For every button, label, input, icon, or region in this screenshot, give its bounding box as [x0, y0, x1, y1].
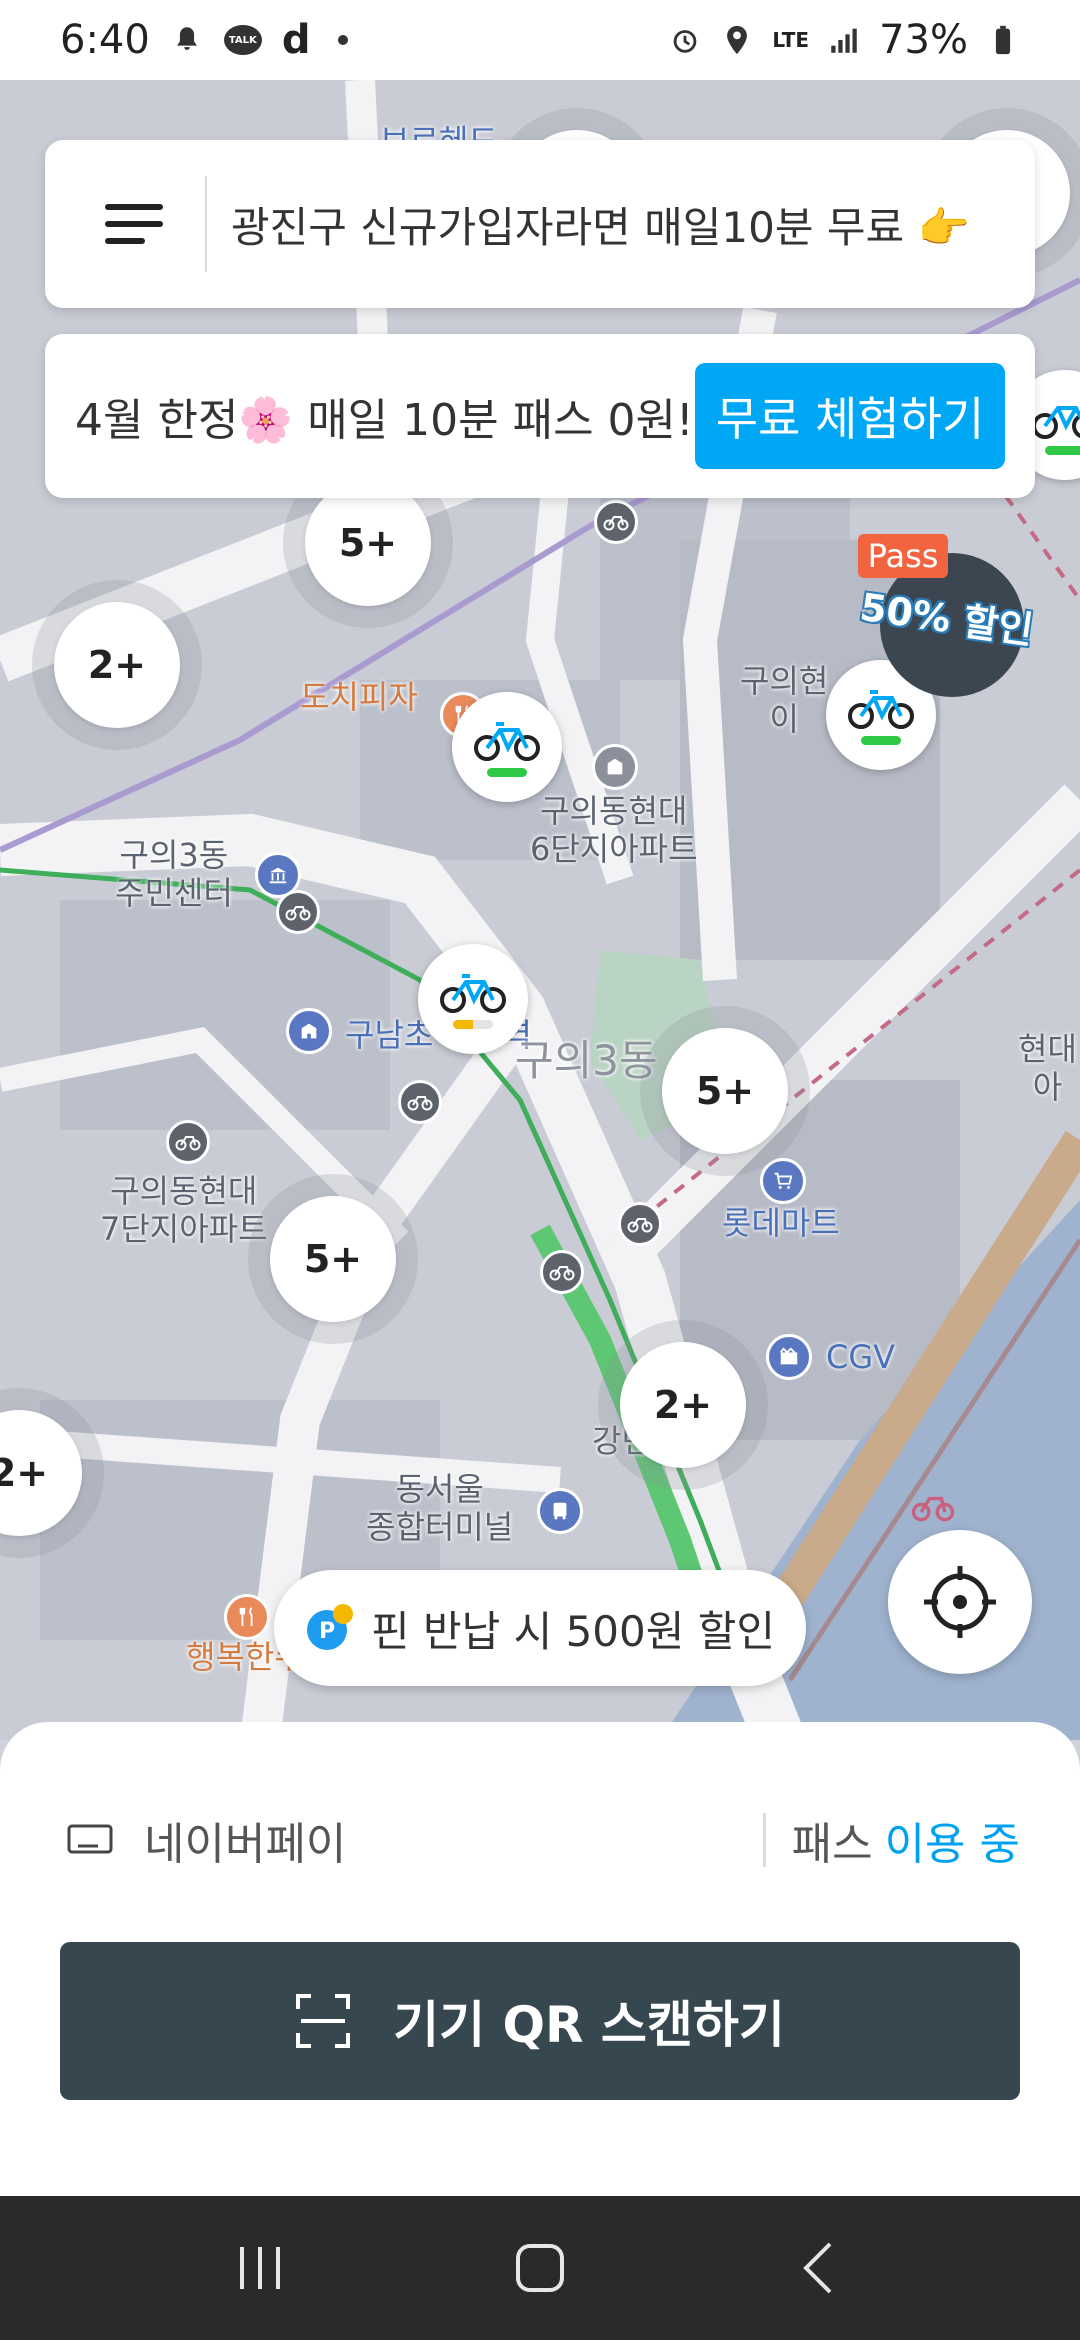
bike-station-dot[interactable] [276, 890, 320, 934]
talk-icon: TALK [223, 25, 262, 55]
bottom-sheet: 네이버페이 패스 이용 중 기기 QR 스캔하기 [0, 1722, 1080, 2196]
notice-text[interactable]: 광진구 신규가입자라면 매일10분 무료 👉 [231, 194, 1001, 255]
battery-level-bar [861, 735, 901, 745]
battery-level-bar [453, 1019, 493, 1029]
status-bar: 6:40 TALK d LTE 73% [0, 0, 1080, 80]
qr-scan-label: 기기 QR 스캔하기 [393, 1996, 785, 2054]
bicycle-icon [474, 721, 540, 761]
bike-station-dot[interactable] [398, 1080, 442, 1124]
app-screen: 6:40 TALK d LTE 73% 도치피자 구의동현대 6단지아파트 구의… [0, 0, 1080, 2340]
pass-status[interactable]: 패스 이용 중 [762, 1808, 1020, 1872]
map-label-guui-top: 구의현 이 [740, 662, 829, 738]
map-label-lotte-mart: 롯데마트 [722, 1204, 840, 1242]
pass-label: 패스 [791, 1819, 873, 1870]
bicycle-icon [1032, 405, 1080, 439]
map-label-hyundai-right: 현대 아 [1018, 1030, 1077, 1106]
bike-cluster[interactable]: 2+ [620, 1342, 746, 1468]
bus-terminal-icon [537, 1488, 583, 1534]
bike-station-dot[interactable] [540, 1250, 584, 1294]
qr-scan-icon [296, 1994, 351, 2048]
qr-scan-button[interactable]: 기기 QR 스캔하기 [60, 1942, 1020, 2100]
bike-parking-icon [910, 1484, 956, 1530]
point-coin-icon: P [306, 1604, 353, 1650]
map-view[interactable]: 보르헤드 도치피자 구의동현대 6단지아파트 구의3동 주민센터 구남초 강변역… [0, 80, 1080, 1740]
alarm-icon [674, 30, 697, 53]
lte-indicator: LTE [772, 28, 810, 52]
svg-text:P: P [319, 1619, 335, 1644]
promo-text: 4월 한정🌸 매일 10분 패스 0원! [75, 395, 694, 446]
bike-cluster[interactable]: 5+ [270, 1196, 396, 1322]
home-icon[interactable] [510, 2238, 570, 2298]
pass-divider [762, 1813, 766, 1867]
bike-station-dot[interactable] [618, 1202, 662, 1246]
bike-station-dot[interactable] [166, 1120, 210, 1164]
battery-level-bar [487, 767, 527, 777]
crosshair-icon [924, 1566, 996, 1638]
bike-station-dot[interactable] [594, 500, 638, 544]
notification-bell-icon [176, 27, 197, 50]
pass-tag: Pass [867, 537, 939, 575]
return-discount-text: 핀 반납 시 500원 할인 [370, 1606, 776, 1656]
pass-discount-badge[interactable]: Pass 50% 할인 [852, 530, 1037, 700]
map-label-apt7: 구의동현대 7단지아파트 [100, 1172, 268, 1248]
shopping-cart-icon [760, 1158, 806, 1204]
map-label-guui3dong: 구의3동 [515, 1036, 658, 1085]
bicycle-icon [440, 973, 506, 1013]
cinema-icon [766, 1334, 812, 1380]
location-icon [727, 25, 748, 55]
map-label-community-center: 구의3동 주민센터 [115, 836, 233, 912]
map-label-terminal: 동서울 종합터미널 [366, 1470, 514, 1546]
map-label-cgv: CGV [826, 1338, 896, 1376]
map-label-apt6: 구의동현대 6단지아파트 [530, 792, 698, 868]
recent-apps-icon[interactable] [230, 2243, 290, 2293]
hamburger-menu-icon[interactable] [105, 194, 175, 254]
bike-cluster[interactable]: 5+ [662, 1028, 788, 1154]
bike-pin[interactable] [452, 692, 562, 802]
pass-active-status: 이용 중 [884, 1819, 1020, 1870]
food-icon [224, 1594, 270, 1640]
status-time: 6:40 [60, 17, 150, 63]
system-nav-bar [0, 2196, 1080, 2340]
bike-pin[interactable] [418, 944, 528, 1054]
my-location-button[interactable] [888, 1530, 1032, 1674]
bike-cluster[interactable]: 2+ [54, 602, 180, 728]
card-icon [67, 1824, 113, 1854]
notice-bar[interactable]: 광진구 신규가입자라면 매일10분 무료 👉 [45, 140, 1035, 308]
more-notifications-dot [338, 35, 349, 45]
signal-icon [831, 28, 857, 53]
free-trial-button[interactable]: 무료 체험하기 [695, 363, 1005, 469]
payment-method[interactable]: 네이버페이 [66, 1808, 346, 1872]
school-icon [286, 1008, 332, 1054]
notice-divider [205, 176, 207, 272]
back-icon[interactable] [790, 2238, 850, 2298]
building-icon [592, 744, 638, 790]
battery-icon [995, 25, 1011, 55]
return-discount-pill[interactable]: P 핀 반납 시 500원 할인 [274, 1570, 806, 1686]
bike-cluster[interactable]: 5+ [305, 480, 431, 606]
battery-percentage: 73% [879, 17, 968, 63]
d-app-icon: d [281, 17, 311, 63]
battery-level-bar [1045, 445, 1080, 455]
map-label-pizza: 도치피자 [300, 678, 418, 716]
promo-banner[interactable]: 4월 한정🌸 매일 10분 패스 0원! 무료 체험하기 [45, 334, 1035, 498]
payment-label: 네이버페이 [144, 1819, 347, 1870]
